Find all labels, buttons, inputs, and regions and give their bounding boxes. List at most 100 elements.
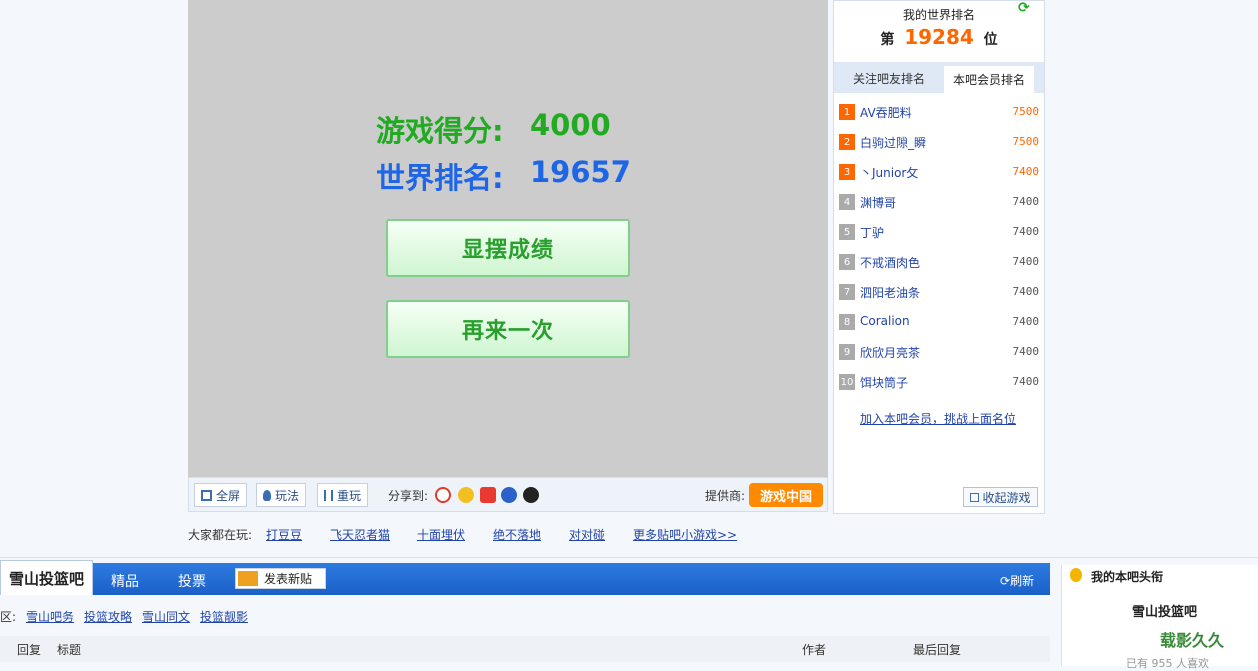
col-last-reply: 最后回复 (913, 643, 962, 657)
my-title-heading: 我的本吧头衔 (1091, 570, 1164, 584)
replay-label: 重玩 (337, 488, 362, 503)
refresh-rank-icon[interactable]: ⟳ (1018, 0, 1030, 16)
world-rank-value: 19657 (530, 155, 631, 189)
rank-score: 7400 (1012, 315, 1040, 328)
rank-badge: 7 (839, 284, 855, 300)
new-post-button[interactable]: 发表新贴 (235, 568, 326, 589)
sub-link-admin[interactable]: 雪山吧务 (26, 608, 74, 625)
rank-badge: 8 (839, 314, 855, 330)
fullscreen-label: 全屏 (216, 488, 241, 503)
rank-player-name[interactable]: 泗阳老油条 (860, 284, 920, 301)
more-games-link[interactable]: 更多贴吧小游戏>> (633, 526, 737, 543)
rank-player-name[interactable]: 丶Junior攵 (860, 164, 918, 181)
provider-label: 提供商: (705, 489, 746, 503)
rank-score: 7400 (1012, 225, 1040, 238)
rank-score: 7400 (1012, 375, 1040, 388)
game-link-never-fall[interactable]: 绝不落地 (493, 526, 541, 543)
rank-player-name[interactable]: 丁驴 (860, 224, 884, 241)
score-value: 4000 (530, 108, 611, 142)
rank-badge: 2 (839, 134, 855, 150)
tab-vote[interactable]: 投票 (178, 571, 206, 591)
game-link-ninja-cat[interactable]: 飞天忍者猫 (330, 526, 390, 543)
rank-score: 7400 (1012, 255, 1040, 268)
thread-list-header: 回复 标题 作者 最后回复 (0, 636, 1050, 662)
play-again-button[interactable]: 再来一次 (386, 300, 630, 358)
rank-player-name[interactable]: 欣欣月亮茶 (860, 344, 920, 361)
bar-name: 雪山投篮吧 (1132, 605, 1198, 620)
rank-player-name[interactable]: AV吞肥料 (860, 104, 912, 121)
popular-games-label: 大家都在玩: (188, 528, 253, 542)
my-title-panel: 我的本吧头衔 雪山投篮吧 载影久久 已有 955 人喜欢 (1061, 565, 1258, 670)
new-post-label: 发表新贴 (264, 572, 313, 586)
collapse-icon (970, 492, 980, 502)
rank-suffix: 位 (983, 32, 998, 48)
ranking-row[interactable]: 9 欣欣月亮茶 7400 (839, 344, 1039, 360)
fullscreen-icon (201, 489, 212, 501)
qzone-icon[interactable] (458, 487, 474, 503)
rank-badge: 5 (839, 224, 855, 240)
ranking-row[interactable]: 7 泗阳老油条 7400 (839, 284, 1039, 300)
rank-badge: 9 (839, 344, 855, 360)
col-author: 作者 (802, 643, 827, 657)
sub-link-guide[interactable]: 投篮攻略 (84, 608, 132, 625)
sub-forum-label: 区: (0, 610, 17, 624)
ranking-row[interactable]: 1 AV吞肥料 7500 (839, 104, 1039, 120)
game-link-match[interactable]: 对对碰 (569, 526, 605, 543)
replay-icon (324, 489, 333, 501)
rank-score: 7400 (1012, 195, 1040, 208)
replay-button[interactable]: 重玩 (317, 483, 369, 507)
rank-player-name[interactable]: 不戒酒肉色 (860, 254, 920, 271)
ranking-row[interactable]: 6 不戒酒肉色 7400 (839, 254, 1039, 270)
fullscreen-button[interactable]: 全屏 (194, 483, 248, 507)
weibo-icon[interactable] (435, 487, 451, 503)
rank-badge: 10 (839, 374, 855, 390)
show-off-score-button[interactable]: 显摆成绩 (386, 219, 630, 277)
ranking-row[interactable]: 8 Coralion 7400 (839, 314, 1039, 330)
rank-player-name[interactable]: 饵块筒子 (860, 374, 908, 391)
world-rank-label: 世界排名: (376, 161, 504, 195)
rank-score: 7400 (1012, 345, 1040, 358)
like-count: 已有 955 人喜欢 (1126, 657, 1209, 670)
tab-friends-ranking[interactable]: 关注吧友排名 (842, 64, 936, 93)
collapse-game-label: 收起游戏 (982, 490, 1031, 505)
sub-link-photos[interactable]: 投篮靓影 (200, 608, 248, 625)
rank-player-name[interactable]: 渊博哥 (860, 194, 896, 211)
rank-badge: 1 (839, 104, 855, 120)
ranking-row[interactable]: 3 丶Junior攵 7400 (839, 164, 1039, 180)
tab-members-ranking[interactable]: 本吧会员排名 (944, 66, 1034, 93)
game-link-ambush[interactable]: 十面埋伏 (417, 526, 465, 543)
tab-featured[interactable]: 精品 (111, 571, 139, 591)
rank-score: 7500 (1012, 105, 1040, 118)
rank-player-name[interactable]: Coralion (860, 314, 910, 328)
forum-home-tab[interactable]: 雪山投篮吧 (0, 560, 93, 595)
popular-games: 大家都在玩: 打豆豆 飞天忍者猫 十面埋伏 绝不落地 对对碰 更多贴吧小游戏>> (188, 526, 828, 542)
sub-forum-links: 区: 雪山吧务 投篮攻略 雪山同文 投篮靓影 (0, 608, 1050, 624)
provider-logo[interactable]: 游戏中国 (749, 483, 823, 507)
my-world-rank-title: 我的世界排名 (902, 8, 975, 22)
rank-badge: 3 (839, 164, 855, 180)
ranking-row[interactable]: 2 白驹过隙_瞬 7500 (839, 134, 1039, 150)
renren-icon[interactable] (480, 487, 496, 503)
forum-tab-bar (0, 563, 1050, 595)
game-toolbar: 全屏 玩法 重玩 分享到: 提供商: 游戏中国 (188, 477, 828, 512)
kaixin-icon[interactable] (501, 487, 517, 503)
game-link-dadoudou[interactable]: 打豆豆 (266, 526, 302, 543)
join-bar-link[interactable]: 加入本吧会员，挑战上面名位 (860, 410, 1016, 427)
refresh-button[interactable]: ⟳刷新 (1000, 572, 1034, 589)
rank-player-name[interactable]: 白驹过隙_瞬 (860, 134, 926, 151)
qq-icon[interactable] (523, 487, 539, 503)
refresh-label: 刷新 (1010, 574, 1035, 588)
sub-link-fanfic[interactable]: 雪山同文 (142, 608, 190, 625)
rank-score: 7400 (1012, 285, 1040, 298)
section-divider (0, 557, 1258, 558)
my-rank-line: 第 19284 位 (833, 25, 1045, 51)
collapse-game-button[interactable]: 收起游戏 (963, 487, 1038, 507)
col-reply: 回复 (17, 643, 42, 657)
ranking-row[interactable]: 5 丁驴 7400 (839, 224, 1039, 240)
howto-button[interactable]: 玩法 (256, 483, 307, 507)
ranking-row[interactable]: 10 饵块筒子 7400 (839, 374, 1039, 390)
rank-badge: 4 (839, 194, 855, 210)
ranking-row[interactable]: 4 渊博哥 7400 (839, 194, 1039, 210)
rank-score: 7500 (1012, 135, 1040, 148)
refresh-icon: ⟳ (1000, 574, 1011, 588)
